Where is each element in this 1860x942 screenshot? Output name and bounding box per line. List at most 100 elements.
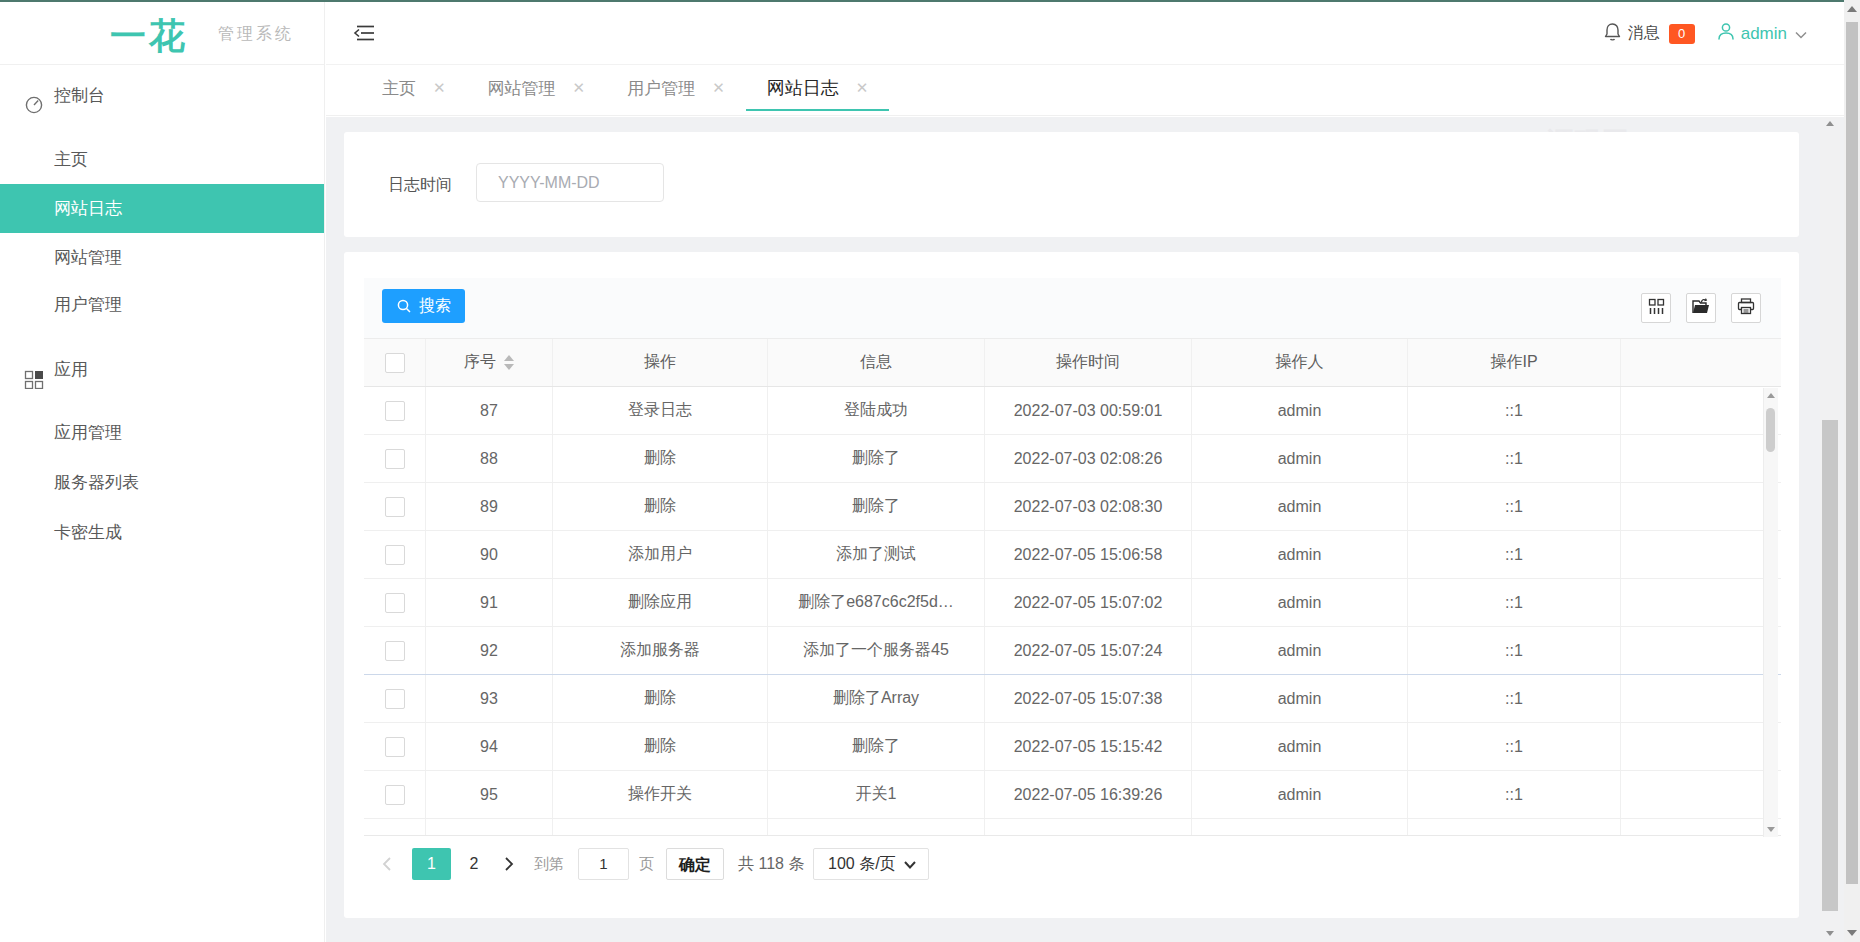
col-header-operator: 操作人: [1192, 339, 1408, 386]
tab-site-logs[interactable]: 网站日志 ✕: [746, 65, 890, 111]
sidebar-item-card-gen[interactable]: 卡密生成: [0, 509, 324, 557]
table-cell: 删除了: [768, 483, 985, 530]
tab-close-icon[interactable]: ✕: [433, 79, 446, 97]
table-cell: 添加服务器: [553, 627, 768, 674]
tab-home[interactable]: 主页 ✕: [361, 65, 467, 111]
tab-close-icon[interactable]: ✕: [712, 79, 725, 97]
table-row: 89删除删除了2022-07-03 02:08:30admin::1: [364, 483, 1781, 531]
sidebar-item-user-mgmt[interactable]: 用户管理: [0, 281, 324, 329]
table-cell: 操作开关: [553, 771, 768, 818]
sidebar-item-apps[interactable]: 应用: [0, 346, 324, 394]
goto-page-input[interactable]: [578, 848, 629, 880]
row-checkbox[interactable]: [385, 401, 405, 421]
sidebar-item-app-mgmt[interactable]: 应用管理: [0, 409, 324, 457]
table-body: 87登录日志登陆成功2022-07-03 00:59:01admin::188删…: [364, 387, 1781, 819]
table-row: 92添加服务器添加了一个服务器452022-07-05 15:07:24admi…: [364, 627, 1781, 675]
table-cell: admin: [1192, 771, 1408, 818]
content-scrollbar-thumb[interactable]: [1822, 420, 1838, 911]
table-cell: 登录日志: [553, 387, 768, 434]
table-row: 94删除删除了2022-07-05 15:15:42admin::1: [364, 723, 1781, 771]
table-cell-extra: [1621, 771, 1781, 818]
table-cell: ::1: [1408, 387, 1621, 434]
row-checkbox[interactable]: [385, 689, 405, 709]
sidebar-item-label: 卡密生成: [54, 509, 122, 557]
col-header-action: 操作: [553, 339, 768, 386]
table-cell: ::1: [1408, 531, 1621, 578]
table-row: 87登录日志登陆成功2022-07-03 00:59:01admin::1: [364, 387, 1781, 435]
row-checkbox[interactable]: [385, 545, 405, 565]
confirm-button[interactable]: 确定: [666, 848, 724, 880]
sidebar-item-server-list[interactable]: 服务器列表: [0, 459, 324, 507]
row-checkbox[interactable]: [385, 497, 405, 517]
table-cell-extra: [1621, 675, 1781, 722]
table-cell-extra: [1621, 387, 1781, 434]
tab-close-icon[interactable]: ✕: [573, 79, 586, 97]
page-2-button[interactable]: 2: [459, 848, 489, 880]
table-cell: 2022-07-05 15:07:38: [985, 675, 1192, 722]
row-checkbox[interactable]: [385, 449, 405, 469]
table-cell-extra: [1621, 723, 1781, 770]
next-page-icon[interactable]: [504, 848, 515, 880]
row-checkbox[interactable]: [385, 737, 405, 757]
sidebar-item-site-mgmt[interactable]: 网站管理: [0, 234, 324, 282]
tab-label: 主页: [382, 77, 416, 100]
scroll-up-icon[interactable]: [1847, 6, 1857, 12]
row-checkbox[interactable]: [385, 641, 405, 661]
tab-user-mgmt[interactable]: 用户管理✕: [606, 65, 746, 111]
table-cell: 删除: [553, 675, 768, 722]
tab-site-mgmt[interactable]: 网站管理✕: [467, 65, 607, 111]
top-header: 消息 0 admin: [326, 2, 1844, 65]
content-scrollbar[interactable]: [1820, 117, 1840, 942]
row-checkbox[interactable]: [385, 593, 405, 613]
user-icon: [1717, 22, 1735, 45]
table-cell: admin: [1192, 627, 1408, 674]
select-all-checkbox[interactable]: [385, 353, 405, 373]
browser-scrollbar-thumb[interactable]: [1846, 22, 1858, 884]
messages-badge[interactable]: 0: [1669, 24, 1695, 44]
page-1-button[interactable]: 1: [412, 848, 451, 880]
page-unit-label: 页: [639, 848, 654, 880]
table-cell: admin: [1192, 579, 1408, 626]
table-cell: 94: [426, 723, 553, 770]
table-cell: 2022-07-05 15:07:02: [985, 579, 1192, 626]
sidebar-item-label: 服务器列表: [54, 459, 139, 507]
sidebar-item-label: 用户管理: [54, 281, 122, 329]
page-size-select[interactable]: 100 条/页: [813, 848, 929, 880]
table-cell: 删除应用: [553, 579, 768, 626]
sidebar-item-site-logs[interactable]: 网站日志: [0, 184, 324, 233]
table-cell: admin: [1192, 675, 1408, 722]
search-button-label: 搜索: [419, 296, 451, 317]
table-scrollbar[interactable]: [1763, 388, 1778, 837]
prev-page-icon[interactable]: [381, 848, 392, 880]
print-button[interactable]: [1731, 293, 1761, 323]
table-scrollbar-thumb[interactable]: [1766, 408, 1775, 452]
row-checkbox[interactable]: [385, 785, 405, 805]
pagination: 1 2 到第 页 确定 共 118 条 100 条/页: [344, 848, 1799, 880]
content-area: YYDS源码网 日志时间 搜索: [326, 117, 1844, 942]
tab-close-icon[interactable]: ✕: [856, 79, 869, 97]
tab-label: 网站日志: [767, 76, 839, 100]
total-count: 共 118 条: [738, 848, 804, 880]
table-cell: 2022-07-05 15:07:24: [985, 627, 1192, 674]
messages-label[interactable]: 消息: [1628, 23, 1660, 44]
sidebar-item-console[interactable]: 控制台: [0, 72, 324, 120]
export-button[interactable]: [1686, 293, 1716, 323]
bell-icon[interactable]: [1603, 22, 1622, 46]
user-menu[interactable]: admin: [1717, 22, 1807, 45]
sort-icon[interactable]: [504, 355, 514, 370]
table-cell: 删除了e687c6c2f5d…: [768, 579, 985, 626]
table-cell: ::1: [1408, 627, 1621, 674]
collapse-sidebar-icon[interactable]: [353, 24, 375, 42]
table-row: 90添加用户添加了测试2022-07-05 15:06:58admin::1: [364, 531, 1781, 579]
table-cell: ::1: [1408, 771, 1621, 818]
top-accent-strip: [0, 0, 1860, 2]
columns-filter-button[interactable]: [1641, 293, 1671, 323]
col-header-seq[interactable]: 序号: [426, 339, 553, 386]
log-date-input[interactable]: [476, 163, 664, 202]
search-button[interactable]: 搜索: [382, 289, 465, 323]
scroll-down-icon[interactable]: [1847, 930, 1857, 936]
table-cell: 90: [426, 531, 553, 578]
browser-scrollbar[interactable]: [1844, 0, 1860, 942]
table-cell: 2022-07-05 16:39:26: [985, 771, 1192, 818]
sidebar-item-home[interactable]: 主页: [0, 136, 324, 184]
